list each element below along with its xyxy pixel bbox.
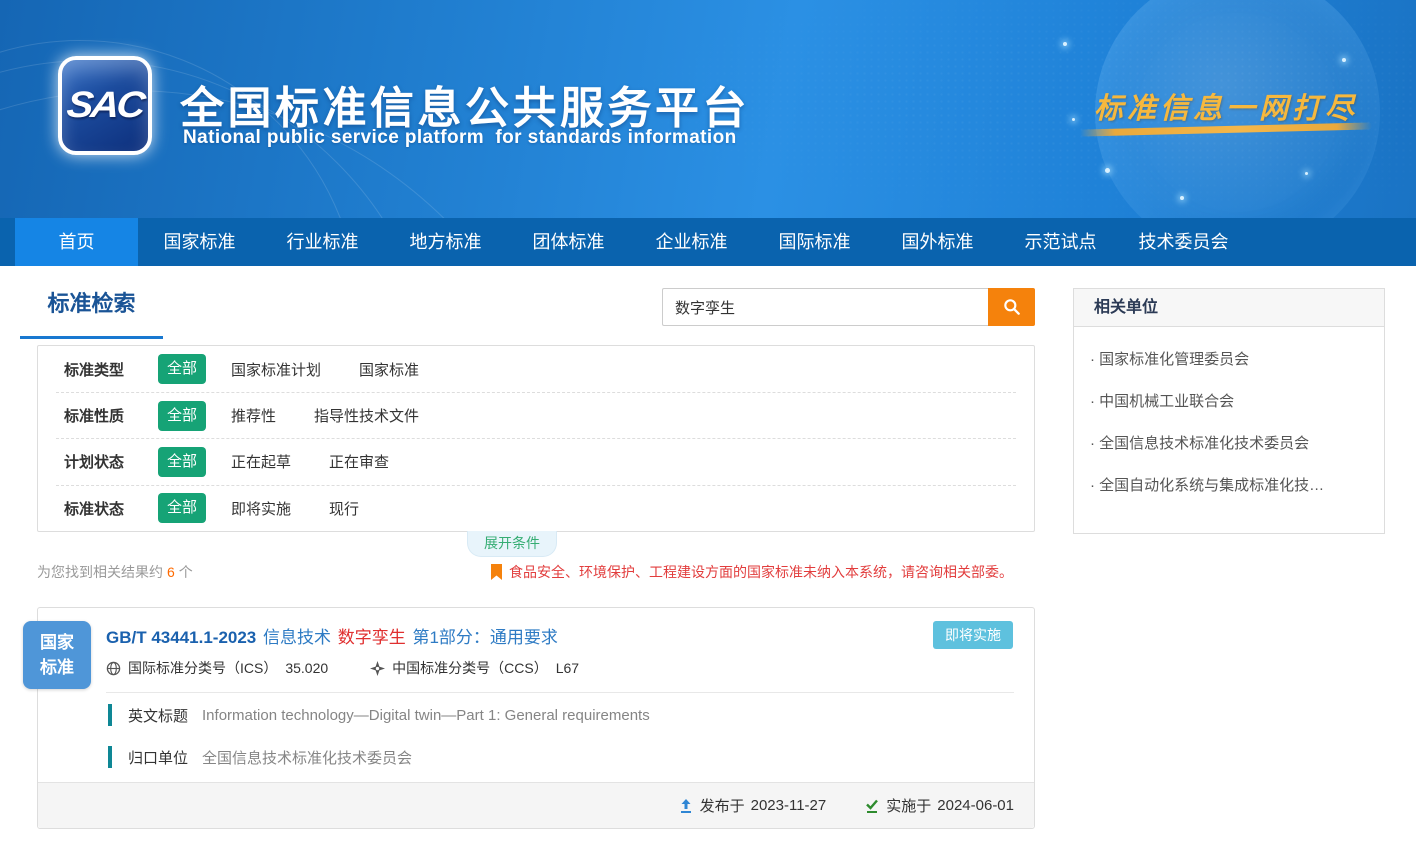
results-bar: 为您找到相关结果约6个 食品安全、环境保护、工程建设方面的国家标准未纳入本系统，… bbox=[37, 562, 1037, 582]
filter-option[interactable]: 国家标准计划 bbox=[231, 359, 321, 380]
site-header: SAC 全国标准信息公共服务平台 National public service… bbox=[0, 0, 1416, 218]
nav-item-group-standards[interactable]: 团体标准 bbox=[507, 218, 630, 266]
filter-all-button[interactable]: 全部 bbox=[158, 401, 206, 431]
filter-option[interactable]: 即将实施 bbox=[231, 498, 291, 519]
results-count-number: 6 bbox=[167, 564, 175, 580]
standard-title-link[interactable]: GB/T 43441.1-2023 信息技术 数字孪生 第1部分：通用要求 bbox=[106, 623, 558, 648]
filter-all-button[interactable]: 全部 bbox=[158, 493, 206, 523]
standard-title-highlight: 数字孪生 bbox=[338, 628, 406, 647]
filter-option[interactable]: 正在起草 bbox=[231, 451, 291, 472]
related-units-list: 国家标准化管理委员会 中国机械工业联合会 全国信息技术标准化技术委员会 全国自动… bbox=[1074, 327, 1384, 519]
related-units-title: 相关单位 bbox=[1074, 289, 1384, 327]
sparkle-decoration bbox=[1305, 172, 1308, 175]
nav-item-technical-committee[interactable]: 技术委员会 bbox=[1122, 218, 1245, 266]
related-unit-link[interactable]: 全国自动化系统与集成标准化技… bbox=[1090, 475, 1368, 497]
committee-row: 归口单位 全国信息技术标准化技术委员会 bbox=[108, 746, 412, 768]
related-unit-link[interactable]: 全国信息技术标准化技术委员会 bbox=[1090, 433, 1368, 455]
filter-option[interactable]: 国家标准 bbox=[359, 359, 419, 380]
filter-row-standard-nature: 标准性质 全部 推荐性 指导性技术文件 bbox=[56, 392, 1016, 438]
expand-conditions-button[interactable]: 展开条件 bbox=[467, 531, 557, 557]
divider bbox=[106, 692, 1014, 693]
section-title-standard-search[interactable]: 标准检索 bbox=[20, 286, 163, 339]
filter-row-standard-status: 标准状态 全部 即将实施 现行 bbox=[56, 485, 1016, 531]
nav-item-industry-standards[interactable]: 行业标准 bbox=[261, 218, 384, 266]
search-bar bbox=[662, 288, 1035, 326]
bookmark-icon bbox=[490, 564, 503, 581]
status-badge: 即将实施 bbox=[933, 621, 1013, 649]
filter-label: 计划状态 bbox=[64, 451, 158, 472]
search-input[interactable] bbox=[662, 288, 988, 326]
filter-row-plan-status: 计划状态 全部 正在起草 正在审查 bbox=[56, 438, 1016, 484]
ccs-group: 中国标准分类号（CCS）L67 bbox=[370, 658, 579, 678]
publish-icon bbox=[678, 798, 694, 814]
related-units-panel: 相关单位 国家标准化管理委员会 中国机械工业联合会 全国信息技术标准化技术委员会… bbox=[1073, 288, 1385, 534]
english-title-row: 英文标题 Information technology—Digital twin… bbox=[108, 704, 650, 726]
related-unit-link[interactable]: 国家标准化管理委员会 bbox=[1090, 349, 1368, 371]
nav-item-national-standards[interactable]: 国家标准 bbox=[138, 218, 261, 266]
main-content: 标准检索 标准类型 全部 国家标准计划 国家标准 标准性质 全部 推荐性 指导性… bbox=[0, 266, 1416, 845]
filter-label: 标准类型 bbox=[64, 359, 158, 380]
teal-bar bbox=[108, 746, 112, 768]
nav-item-home[interactable]: 首页 bbox=[15, 218, 138, 266]
filter-label: 标准性质 bbox=[64, 405, 158, 426]
filter-all-button[interactable]: 全部 bbox=[158, 354, 206, 384]
filter-label: 标准状态 bbox=[64, 498, 158, 519]
standard-title-part: 第1部分：通用要求 bbox=[412, 628, 557, 647]
implemented-date: 实施于2024-06-01 bbox=[864, 795, 1014, 816]
sac-logo-text: SAC bbox=[65, 85, 145, 126]
notice: 食品安全、环境保护、工程建设方面的国家标准未纳入本系统，请咨询相关部委。 bbox=[490, 562, 1037, 582]
ics-group: 国际标准分类号（ICS）35.020 bbox=[106, 658, 328, 678]
implemented-icon bbox=[864, 798, 880, 814]
sparkle-decoration bbox=[1342, 58, 1346, 62]
nav-item-enterprise-standards[interactable]: 企业标准 bbox=[630, 218, 753, 266]
nav-item-local-standards[interactable]: 地方标准 bbox=[384, 218, 507, 266]
results-count: 为您找到相关结果约6个 bbox=[37, 562, 193, 582]
compass-icon bbox=[370, 661, 385, 676]
filter-option[interactable]: 推荐性 bbox=[231, 405, 276, 426]
filter-panel: 标准类型 全部 国家标准计划 国家标准 标准性质 全部 推荐性 指导性技术文件 … bbox=[37, 345, 1035, 532]
standard-code: GB/T 43441.1-2023 bbox=[106, 628, 256, 647]
nav-item-pilot[interactable]: 示范试点 bbox=[999, 218, 1122, 266]
filter-option[interactable]: 指导性技术文件 bbox=[314, 405, 419, 426]
related-unit-link[interactable]: 中国机械工业联合会 bbox=[1090, 391, 1368, 413]
nav-item-international-standards[interactable]: 国际标准 bbox=[753, 218, 876, 266]
search-icon bbox=[1002, 297, 1022, 317]
page: SAC 全国标准信息公共服务平台 National public service… bbox=[0, 0, 1416, 845]
nav-item-foreign-standards[interactable]: 国外标准 bbox=[876, 218, 999, 266]
sparkle-decoration bbox=[1105, 168, 1110, 173]
sac-logo[interactable]: SAC bbox=[58, 56, 152, 155]
sparkle-decoration bbox=[1063, 42, 1067, 46]
slogan-text: 标准信息一网打尽 bbox=[1094, 85, 1358, 127]
standard-title-part: 信息技术 bbox=[263, 628, 331, 647]
national-standard-badge: 国家标准 bbox=[23, 621, 91, 689]
card-footer: 发布于2023-11-27 实施于2024-06-01 bbox=[38, 782, 1034, 828]
main-nav: 首页 国家标准 行业标准 地方标准 团体标准 企业标准 国际标准 国外标准 示范… bbox=[0, 218, 1416, 266]
filter-all-button[interactable]: 全部 bbox=[158, 447, 206, 477]
classification-row: 国际标准分类号（ICS）35.020 中国标准分类号（CCS）L67 bbox=[106, 658, 579, 678]
globe-icon bbox=[106, 661, 121, 676]
filter-option[interactable]: 现行 bbox=[329, 498, 359, 519]
result-card: 国家标准 GB/T 43441.1-2023 信息技术 数字孪生 第1部分：通用… bbox=[37, 607, 1035, 829]
sparkle-decoration bbox=[1072, 118, 1075, 121]
teal-bar bbox=[108, 704, 112, 726]
filter-option[interactable]: 正在审查 bbox=[329, 451, 389, 472]
site-subtitle: National public service platform for sta… bbox=[183, 127, 737, 149]
published-date: 发布于2023-11-27 bbox=[678, 795, 827, 816]
filter-row-standard-type: 标准类型 全部 国家标准计划 国家标准 bbox=[56, 346, 1016, 392]
sparkle-decoration bbox=[1180, 196, 1184, 200]
search-button[interactable] bbox=[988, 288, 1035, 326]
